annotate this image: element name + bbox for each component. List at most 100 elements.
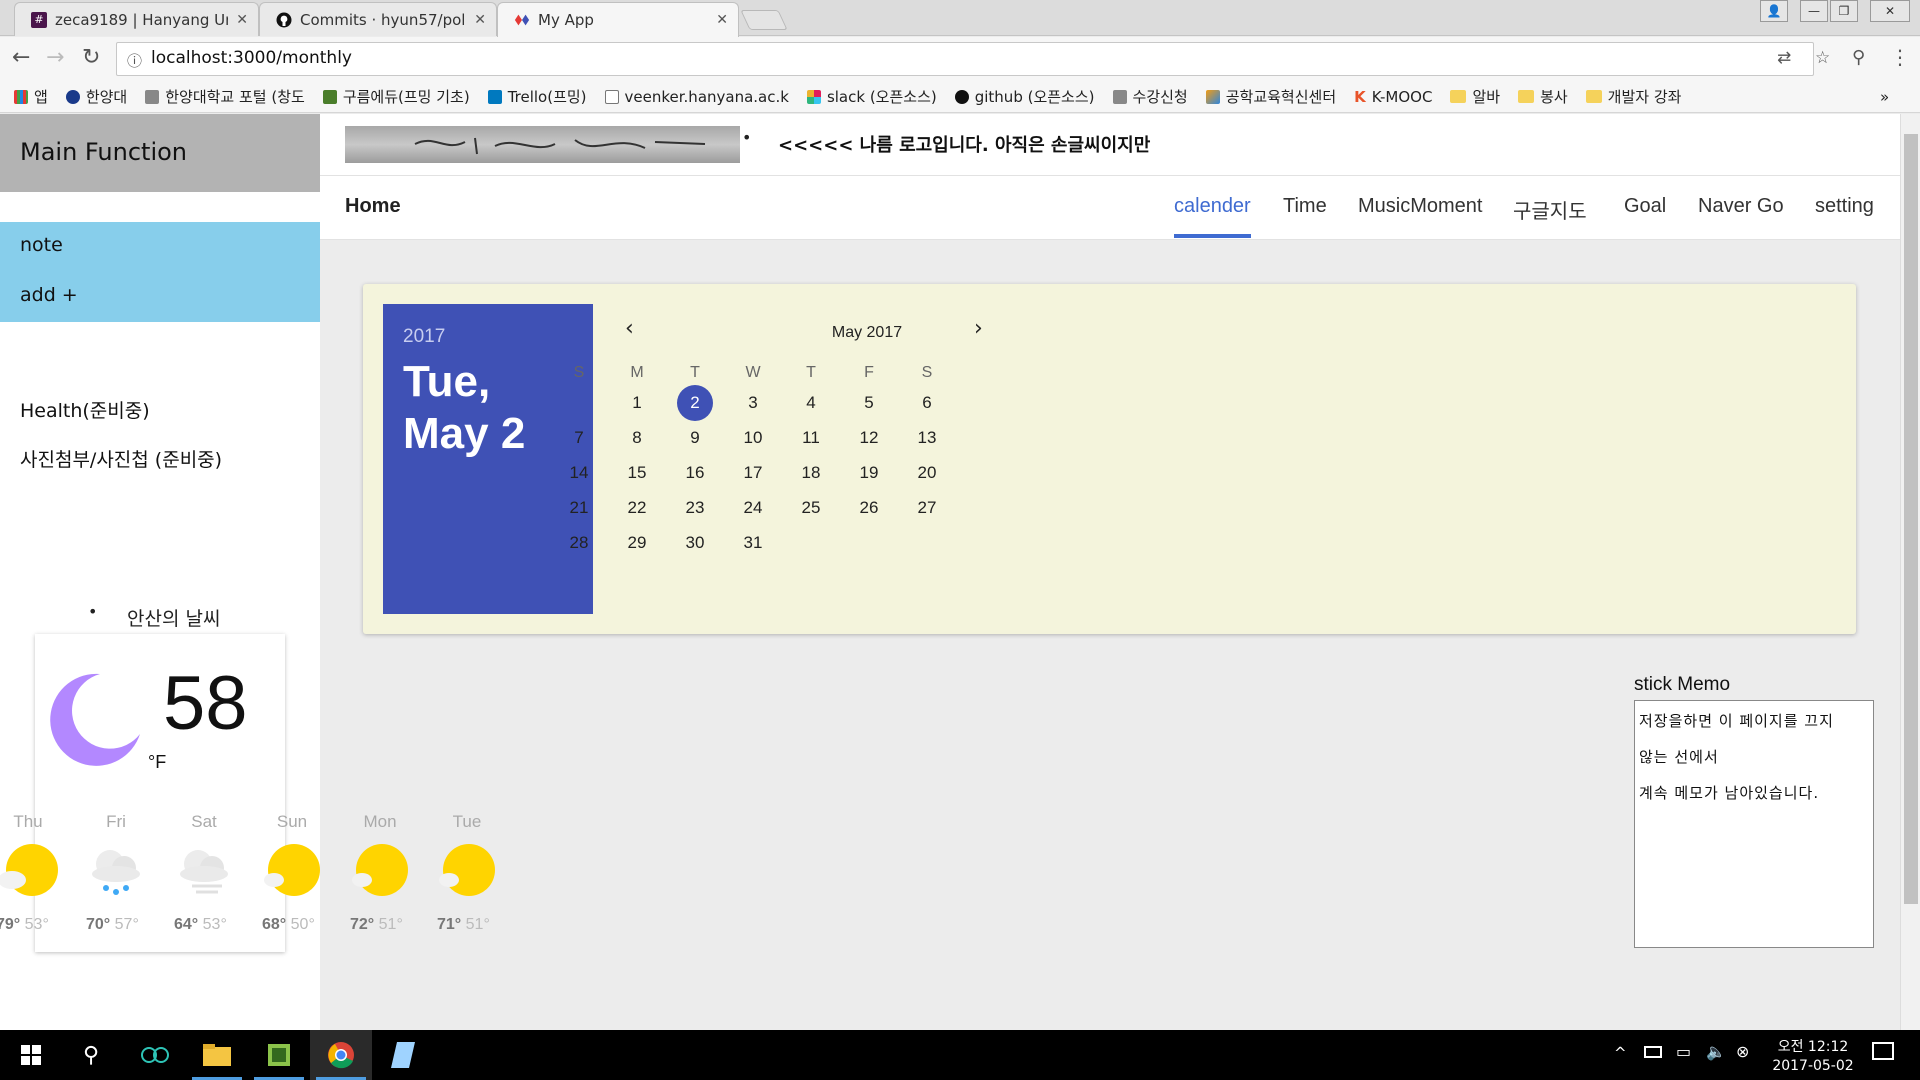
bookmark[interactable]: 한양대학교 포털 (창도	[145, 86, 305, 107]
sidebar-item-note[interactable]: note	[20, 234, 63, 256]
restore-button[interactable]: ❐	[1830, 0, 1858, 22]
next-month-icon[interactable]: ›	[974, 316, 983, 341]
calendar-day[interactable]: 5	[851, 385, 887, 421]
bookmark-star-icon[interactable]: ☆	[1815, 48, 1830, 68]
url-input[interactable]	[151, 48, 1651, 68]
calendar-year[interactable]: 2017	[403, 326, 573, 348]
address-bar[interactable]: ⓘ ⇄ ☆	[116, 42, 1830, 76]
browser-tab[interactable]: # zeca9189 | Hanyang Un ✕	[14, 2, 259, 36]
nav-goal[interactable]: Goal	[1624, 195, 1666, 218]
calendar-day[interactable]: 3	[735, 385, 771, 421]
scrollbar-thumb[interactable]	[1904, 134, 1918, 904]
nav-time[interactable]: Time	[1283, 195, 1327, 218]
memo-textarea[interactable]: 저장을하면 이 페이지를 끄지 않는 선에서 계속 메모가 남아있습니다.	[1634, 700, 1874, 948]
calendar-day[interactable]: 22	[619, 490, 655, 526]
nav-home[interactable]: Home	[345, 195, 401, 218]
calendar-day[interactable]: 26	[851, 490, 887, 526]
calendar-day[interactable]: 1	[619, 385, 655, 421]
more-bookmarks-button[interactable]: »	[1880, 88, 1889, 106]
bookmark[interactable]: Trello(프밍)	[487, 86, 587, 107]
browser-tab[interactable]: Commits · hyun57/poly ✕	[259, 2, 497, 36]
bookmark[interactable]: K K-MOOC	[1354, 88, 1432, 106]
nav-calender[interactable]: calender	[1174, 195, 1251, 218]
profile-icon[interactable]: 👤	[1760, 0, 1788, 22]
calendar-day[interactable]: 4	[793, 385, 829, 421]
volume-icon[interactable]: 🔈	[1706, 1042, 1726, 1061]
app-owl-icon[interactable]	[124, 1030, 186, 1080]
chrome-icon[interactable]	[310, 1030, 372, 1080]
bookmark[interactable]: 공학교육혁신센터	[1205, 86, 1336, 107]
calendar-day[interactable]: 28	[561, 525, 597, 561]
tray-chevron-icon[interactable]: ^	[1614, 1044, 1627, 1062]
calendar-day[interactable]: 19	[851, 455, 887, 491]
nav-musicmoment[interactable]: MusicMoment	[1358, 195, 1482, 218]
calendar-day[interactable]: 15	[619, 455, 655, 491]
extension-icon[interactable]: ⚲	[1852, 47, 1865, 68]
calendar-day[interactable]: 18	[793, 455, 829, 491]
bookmark[interactable]: 한양대	[65, 86, 127, 107]
bookmark-folder[interactable]: 개발자 강좌	[1585, 86, 1681, 107]
calendar-day[interactable]: 30	[677, 525, 713, 561]
calendar-day[interactable]: 29	[619, 525, 655, 561]
calendar-day[interactable]: 10	[735, 420, 771, 456]
calendar-day[interactable]: 6	[909, 385, 945, 421]
info-icon[interactable]: ⓘ	[127, 50, 142, 71]
taskbar-clock[interactable]: 오전 12:12 2017-05-02	[1768, 1036, 1858, 1074]
close-window-button[interactable]: ✕	[1870, 0, 1910, 22]
reload-icon[interactable]: ↻	[82, 45, 100, 70]
calendar-day[interactable]: 11	[793, 420, 829, 456]
calendar-day[interactable]: 31	[735, 525, 771, 561]
close-tab-icon[interactable]: ✕	[474, 12, 486, 28]
notepad-plus-icon[interactable]	[248, 1030, 310, 1080]
calendar-day[interactable]: 14	[561, 455, 597, 491]
bookmark[interactable]: 구름에듀(프밍 기초)	[322, 86, 470, 107]
sidebar-item-photos[interactable]: 사진첨부/사진첩 (준비중)	[20, 445, 222, 472]
bookmark-folder[interactable]: 알바	[1450, 86, 1500, 107]
calendar-day[interactable]: 13	[909, 420, 945, 456]
menu-kebab-icon[interactable]: ⋮	[1890, 45, 1910, 69]
bookmark[interactable]: slack (오픈소스)	[806, 86, 937, 107]
calendar-day[interactable]: 17	[735, 455, 771, 491]
sidebar-menu: note add +	[0, 222, 320, 322]
close-tab-icon[interactable]: ✕	[716, 12, 728, 28]
nav-setting[interactable]: setting	[1815, 195, 1874, 218]
translate-icon[interactable]: ⇄	[1777, 48, 1791, 68]
calendar-day[interactable]: 27	[909, 490, 945, 526]
network-icon[interactable]: ▭	[1676, 1042, 1691, 1061]
new-tab-button[interactable]	[740, 10, 788, 30]
calendar-day[interactable]: 20	[909, 455, 945, 491]
calendar-day[interactable]: 24	[735, 490, 771, 526]
file-explorer-icon[interactable]	[186, 1030, 248, 1080]
calendar-day[interactable]: 9	[677, 420, 713, 456]
page-scrollbar[interactable]	[1900, 114, 1920, 1030]
bookmark[interactable]: 앱	[14, 86, 48, 107]
forward-arrow-icon[interactable]: →	[46, 45, 64, 70]
action-center-icon[interactable]	[1872, 1042, 1894, 1060]
browser-tab-active[interactable]: My App ✕	[497, 2, 739, 37]
calendar-day[interactable]: 21	[561, 490, 597, 526]
back-arrow-icon[interactable]: ←	[12, 45, 30, 70]
close-tab-icon[interactable]: ✕	[236, 12, 248, 28]
notes-app-icon[interactable]	[372, 1030, 434, 1080]
calendar-day[interactable]: 12	[851, 420, 887, 456]
bookmark[interactable]: github (오픈소스)	[954, 86, 1095, 107]
calendar-day-selected[interactable]: 2	[677, 385, 713, 421]
sidebar-item-add[interactable]: add +	[20, 284, 78, 306]
bookmark[interactable]: 수강신청	[1112, 86, 1188, 107]
minimize-button[interactable]: —	[1800, 0, 1828, 22]
nav-naver-go[interactable]: Naver Go	[1698, 195, 1784, 218]
calendar-day[interactable]: 25	[793, 490, 829, 526]
bookmark-folder[interactable]: 봉사	[1518, 86, 1568, 107]
prev-month-icon[interactable]: ‹	[625, 316, 634, 341]
battery-icon[interactable]	[1644, 1046, 1662, 1058]
calendar-day[interactable]: 16	[677, 455, 713, 491]
calendar-day[interactable]: 8	[619, 420, 655, 456]
calendar-day[interactable]: 7	[561, 420, 597, 456]
sidebar-item-health[interactable]: Health(준비중)	[20, 396, 150, 423]
search-icon[interactable]: ⚲	[60, 1030, 122, 1080]
nav-google-map[interactable]: 구글지도	[1513, 195, 1587, 224]
bookmark[interactable]: veenker.hanyana.ac.k	[604, 88, 789, 106]
calendar-day[interactable]: 23	[677, 490, 713, 526]
windows-start-icon[interactable]	[0, 1030, 62, 1080]
ime-indicator-icon[interactable]: ⊗	[1736, 1042, 1749, 1061]
